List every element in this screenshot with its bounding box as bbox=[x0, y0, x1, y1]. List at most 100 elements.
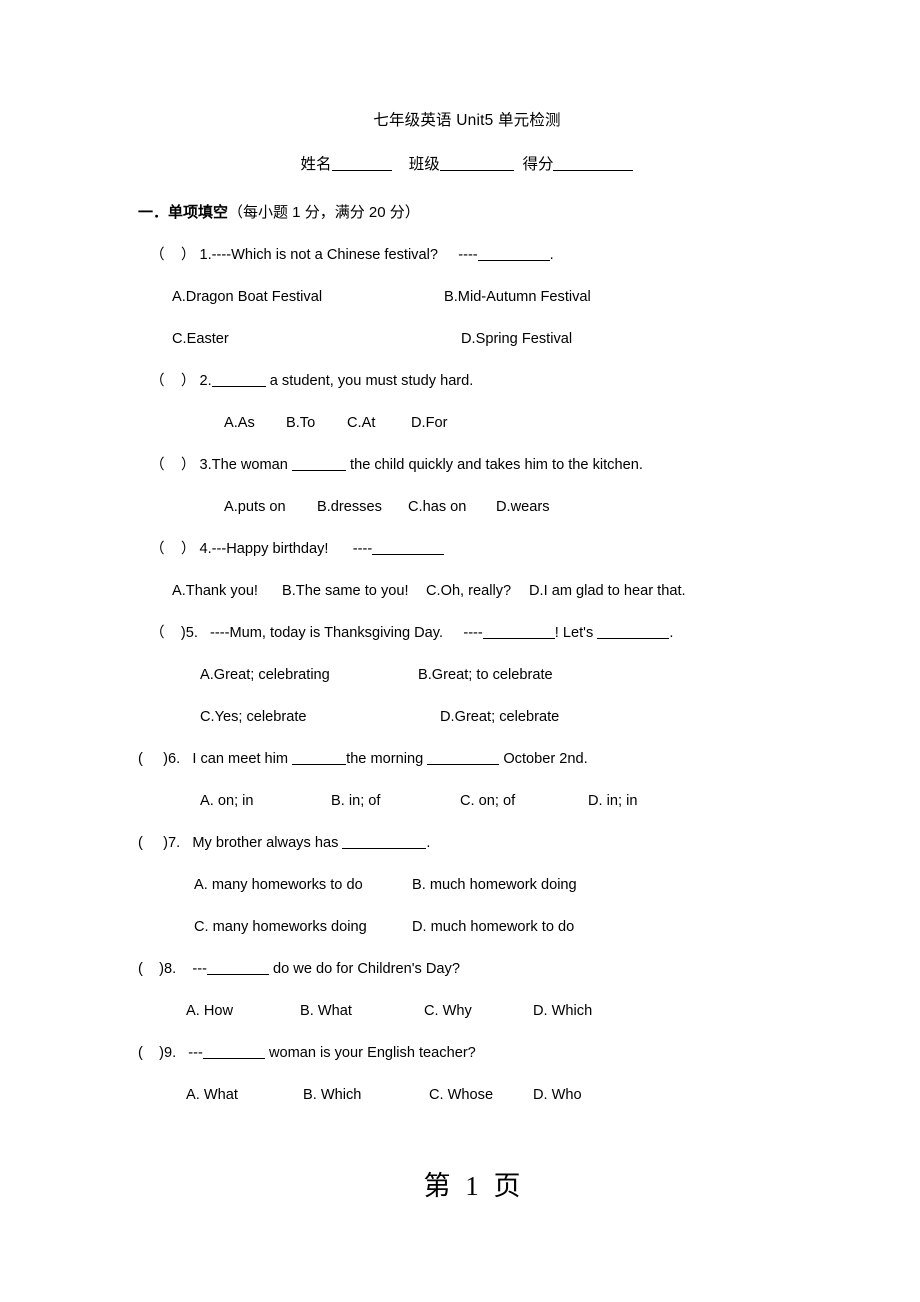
question-5-blank-1[interactable] bbox=[482, 638, 555, 639]
page-footer: 第 1 页 bbox=[423, 1171, 525, 1201]
question-5-text-end: . bbox=[669, 625, 674, 641]
question-1-option-b[interactable]: B.Mid-Autumn Festival bbox=[444, 284, 782, 310]
question-6-blank-1[interactable] bbox=[292, 764, 347, 765]
question-6-blank-2[interactable] bbox=[427, 764, 500, 765]
answer-paren-close[interactable]: ） bbox=[181, 247, 196, 263]
question-7-option-c[interactable]: C. many homeworks doing bbox=[194, 914, 412, 940]
question-2-blank[interactable] bbox=[211, 386, 266, 387]
question-8-options: A. How B. What C. Why D. Which bbox=[138, 998, 782, 1024]
name-label: 姓名 bbox=[300, 156, 332, 173]
question-5-option-d[interactable]: D.Great; celebrate bbox=[418, 704, 782, 730]
question-6-number: 6. bbox=[168, 751, 181, 767]
question-8-text: --- bbox=[176, 961, 207, 977]
question-6-option-c[interactable]: C. on; of bbox=[460, 788, 588, 814]
question-9-text-end: woman is your English teacher? bbox=[264, 1045, 476, 1061]
question-4-option-b[interactable]: B.The same to you! bbox=[282, 578, 426, 604]
question-5-option-a[interactable]: A.Great; celebrating bbox=[200, 662, 418, 688]
worksheet-page: 七年级英语 Unit5 单元检测 姓名 班级 得分 一．单项填空（每小题 1 分… bbox=[0, 0, 920, 1302]
class-field-rule[interactable] bbox=[439, 170, 514, 171]
question-5-blank-2[interactable] bbox=[597, 638, 670, 639]
question-3: （ ） 3.The woman the child quickly and ta… bbox=[138, 452, 782, 520]
question-3-option-a[interactable]: A.puts on bbox=[224, 494, 317, 520]
question-3-blank[interactable] bbox=[291, 470, 346, 471]
question-4-option-c[interactable]: C.Oh, really? bbox=[426, 578, 529, 604]
question-4-option-d[interactable]: D.I am glad to hear that. bbox=[529, 578, 686, 604]
question-5-option-b[interactable]: B.Great; to celebrate bbox=[418, 662, 782, 688]
question-8-blank[interactable] bbox=[206, 974, 269, 975]
question-6-text-mid: the morning bbox=[346, 751, 428, 767]
answer-paren-close[interactable]: ） bbox=[181, 457, 196, 473]
name-field-rule[interactable] bbox=[331, 170, 392, 171]
score-field-rule[interactable] bbox=[553, 170, 634, 171]
question-9-option-d[interactable]: D. Who bbox=[533, 1082, 582, 1108]
question-7-options-row-1: A. many homeworks to do B. much homework… bbox=[138, 872, 782, 898]
question-3-option-d[interactable]: D.wears bbox=[496, 494, 550, 520]
answer-paren-open: （ bbox=[150, 625, 165, 641]
question-7-blank[interactable] bbox=[342, 848, 427, 849]
answer-paren-close[interactable]: ） bbox=[181, 373, 196, 389]
question-5-options-row-1: A.Great; celebrating B.Great; to celebra… bbox=[138, 662, 782, 688]
question-5-option-c[interactable]: C.Yes; celebrate bbox=[200, 704, 418, 730]
question-2-option-a[interactable]: A.As bbox=[224, 410, 286, 436]
question-4-option-a[interactable]: A.Thank you! bbox=[172, 578, 282, 604]
score-label: 得分 bbox=[522, 156, 554, 173]
document-body: 七年级英语 Unit5 单元检测 姓名 班级 得分 一．单项填空（每小题 1 分… bbox=[138, 108, 782, 1124]
question-4-stem: （ ） 4.---Happy birthday! ---- bbox=[138, 536, 782, 562]
question-9-number: 9. bbox=[163, 1045, 177, 1061]
question-6-text: I can meet him bbox=[180, 751, 293, 767]
question-4-blank[interactable] bbox=[372, 554, 445, 555]
question-9-option-c[interactable]: C. Whose bbox=[429, 1082, 533, 1108]
question-8-option-b[interactable]: B. What bbox=[300, 998, 424, 1024]
question-2-number: 2. bbox=[199, 373, 212, 389]
question-1-stem: （ ） 1.----Which is not a Chinese festiva… bbox=[138, 242, 782, 268]
question-2: （ ） 2. a student, you must study hard. A… bbox=[138, 368, 782, 436]
question-1-blank[interactable] bbox=[477, 260, 550, 261]
question-8-option-a[interactable]: A. How bbox=[186, 998, 300, 1024]
question-9-option-b[interactable]: B. Which bbox=[303, 1082, 429, 1108]
question-7-stem: ( )7. My brother always has . bbox=[138, 830, 782, 856]
answer-paren-open: ( bbox=[138, 1045, 143, 1061]
question-4: （ ） 4.---Happy birthday! ---- A.Thank yo… bbox=[138, 536, 782, 604]
question-7-option-d[interactable]: D. much homework to do bbox=[412, 914, 782, 940]
question-2-option-c[interactable]: C.At bbox=[347, 410, 411, 436]
question-7: ( )7. My brother always has . A. many ho… bbox=[138, 830, 782, 940]
question-1-text: ----Which is not a Chinese festival? ---… bbox=[211, 247, 478, 263]
question-5-stem: （ )5. ----Mum, today is Thanksgiving Day… bbox=[138, 620, 782, 646]
question-8-option-d[interactable]: D. Which bbox=[533, 998, 592, 1024]
answer-paren-open: （ bbox=[150, 247, 165, 263]
question-1-options-row-1: A.Dragon Boat Festival B.Mid-Autumn Fest… bbox=[138, 284, 782, 310]
question-3-options: A.puts on B.dresses C.has on D.wears bbox=[138, 494, 782, 520]
question-1-option-a[interactable]: A.Dragon Boat Festival bbox=[172, 284, 444, 310]
question-3-option-b[interactable]: B.dresses bbox=[317, 494, 408, 520]
question-6-option-a[interactable]: A. on; in bbox=[200, 788, 331, 814]
question-2-option-d[interactable]: D.For bbox=[411, 410, 447, 436]
class-label: 班级 bbox=[408, 156, 440, 173]
question-5-options-row-2: C.Yes; celebrate D.Great; celebrate bbox=[138, 704, 782, 730]
question-2-options: A.As B.To C.At D.For bbox=[138, 410, 782, 436]
question-3-option-c[interactable]: C.has on bbox=[408, 494, 496, 520]
answer-paren-open: ( bbox=[138, 961, 143, 977]
answer-paren-close[interactable]: ） bbox=[181, 541, 196, 557]
question-2-option-b[interactable]: B.To bbox=[286, 410, 347, 436]
question-2-text-end: a student, you must study hard. bbox=[265, 373, 474, 389]
question-7-option-b[interactable]: B. much homework doing bbox=[412, 872, 782, 898]
question-6-option-d[interactable]: D. in; in bbox=[588, 788, 637, 814]
question-8-option-c[interactable]: C. Why bbox=[424, 998, 533, 1024]
question-7-option-a[interactable]: A. many homeworks to do bbox=[194, 872, 412, 898]
question-4-text: ---Happy birthday! ---- bbox=[211, 541, 373, 557]
section-label: 一．单项填空 bbox=[138, 204, 229, 221]
question-1-number: 1. bbox=[199, 247, 212, 263]
question-6-option-b[interactable]: B. in; of bbox=[331, 788, 460, 814]
question-9-option-a[interactable]: A. What bbox=[186, 1082, 303, 1108]
question-6: ( )6. I can meet him the morning October… bbox=[138, 746, 782, 814]
question-5: （ )5. ----Mum, today is Thanksgiving Day… bbox=[138, 620, 782, 730]
question-3-stem: （ ） 3.The woman the child quickly and ta… bbox=[138, 452, 782, 478]
question-1-option-c[interactable]: C.Easter bbox=[172, 326, 444, 352]
question-9-stem: ( )9. --- woman is your English teacher? bbox=[138, 1040, 782, 1066]
answer-paren-open: ( bbox=[138, 751, 143, 767]
question-2-stem: （ ） 2. a student, you must study hard. bbox=[138, 368, 782, 394]
answer-paren-open: （ bbox=[150, 541, 165, 557]
question-1-option-d[interactable]: D.Spring Festival bbox=[444, 326, 782, 352]
question-9-blank[interactable] bbox=[202, 1058, 265, 1059]
question-8-stem: ( )8. --- do we do for Children's Day? bbox=[138, 956, 782, 982]
